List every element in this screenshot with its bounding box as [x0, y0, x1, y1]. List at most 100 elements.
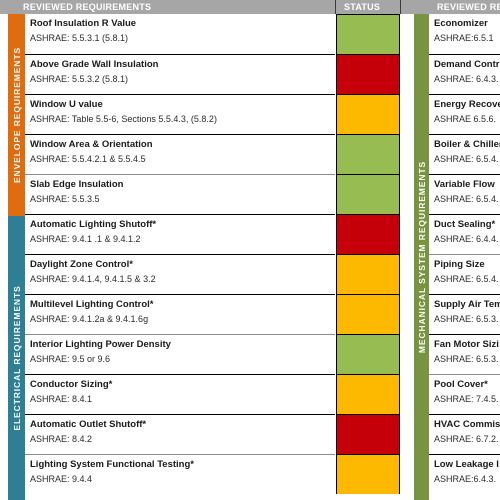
requirement-title: HVAC Commis	[434, 419, 500, 430]
table-row[interactable]: Roof Insulation R Value ASHRAE: 5.5.3.1 (…	[25, 14, 335, 54]
requirement-title: Window U value	[30, 99, 103, 110]
requirement-title: Automatic Outlet Shutoff*	[30, 419, 147, 430]
table-row[interactable]: Energy Recove ASHRAE 6.5.6.	[429, 94, 500, 134]
table-row[interactable]: Low Leakage I ASHRAE:6.4.3.	[429, 454, 500, 494]
section-band-mechanical-label: MECHANICAL SYSTEM REQUIREMENTS	[416, 160, 427, 354]
requirement-reference: ASHRAE: 6.5.4.	[434, 194, 499, 204]
status-badge[interactable]	[336, 294, 400, 334]
requirement-title: Daylight Zone Control*	[30, 259, 133, 270]
table-row[interactable]: Pool Cover* ASHRAE: 7.4.5.	[429, 374, 500, 414]
header-divider-status-left	[335, 0, 336, 14]
requirement-reference: ASHRAE: 6.5.4.	[434, 274, 499, 284]
header-divider-status-right	[400, 0, 401, 14]
requirement-title: Economizer	[434, 18, 488, 29]
requirement-reference: ASHRAE 6.5.6.	[434, 114, 497, 124]
table-row[interactable]: Piping Size ASHRAE: 6.5.4.	[429, 254, 500, 294]
requirement-reference: ASHRAE: 6.5.3.	[434, 314, 499, 324]
requirement-reference: ASHRAE: 9.4.1.2a & 9.4.1.6g	[30, 314, 149, 324]
table-row[interactable]: Above Grade Wall Insulation ASHRAE: 5.5.…	[25, 54, 335, 94]
status-badge[interactable]	[336, 14, 400, 54]
status-badge[interactable]	[336, 174, 400, 214]
requirement-reference: ASHRAE: 6.4.4.	[434, 234, 499, 244]
table-row[interactable]: Demand Contr ASHRAE: 6.4.3.	[429, 54, 500, 94]
section-band-electrical: ELECTRICAL REQUIREMENTS	[8, 216, 25, 500]
requirement-title: Energy Recove	[434, 99, 500, 110]
requirement-title: Demand Contr	[434, 59, 500, 70]
requirement-title: Supply Air Tem	[434, 299, 500, 310]
table-row[interactable]: Supply Air Tem ASHRAE: 6.5.3.	[429, 294, 500, 334]
status-badge[interactable]	[336, 54, 400, 94]
table-row[interactable]: Lighting System Functional Testing* ASHRA…	[25, 454, 335, 494]
requirement-reference: ASHRAE:6.4.3.	[434, 474, 497, 484]
requirement-reference: ASHRAE: 6.7.2.	[434, 434, 499, 444]
requirement-title: Piping Size	[434, 259, 485, 270]
requirement-reference: ASHRAE: 9.5 or 9.6	[30, 354, 111, 364]
requirement-reference: ASHRAE: 5.5.3.1 (5.8.1)	[30, 33, 129, 43]
requirement-title: Above Grade Wall Insulation	[30, 59, 159, 70]
requirement-title: Multilevel Lighting Control*	[30, 299, 154, 310]
table-row[interactable]: Fan Motor Sizi ASHRAE: 6.5.3.	[429, 334, 500, 374]
status-badge[interactable]	[336, 134, 400, 174]
requirement-title: Lighting System Functional Testing*	[30, 459, 194, 470]
table-row[interactable]: Daylight Zone Control* ASHRAE: 9.4.1.4, 9…	[25, 254, 335, 294]
requirement-title: Conductor Sizing*	[30, 379, 113, 390]
status-badge[interactable]	[336, 414, 400, 454]
header-reviewed-requirements-right: REVIEWED REQ	[437, 2, 500, 12]
requirement-title: Variable Flow	[434, 179, 495, 190]
center-gutter	[400, 14, 414, 500]
table-row[interactable]: Window U value ASHRAE: Table 5.5-6, Secti…	[25, 94, 335, 134]
requirement-title: Pool Cover*	[434, 379, 488, 390]
requirement-reference: ASHRAE: 9.4.1.4, 9.4.1.5 & 3.2	[30, 274, 156, 284]
requirement-reference: ASHRAE: 7.4.5.	[434, 394, 499, 404]
requirement-title: Low Leakage I	[434, 459, 499, 470]
status-badge[interactable]	[336, 94, 400, 134]
requirements-matrix: REVIEWED REQUIREMENTS STATUS REVIEWED RE…	[0, 0, 500, 500]
requirement-reference: ASHRAE: Table 5.5-6, Sections 5.5.4.3, (…	[30, 114, 217, 124]
table-row[interactable]: Economizer ASHRAE:6.5.1	[429, 14, 500, 54]
table-row[interactable]: Duct Sealing* ASHRAE: 6.4.4.	[429, 214, 500, 254]
table-row[interactable]: Boiler & Chiller ASHRAE: 6.5.4.	[429, 134, 500, 174]
table-row[interactable]: Automatic Outlet Shutoff* ASHRAE: 8.4.2	[25, 414, 335, 454]
requirement-reference: ASHRAE: 6.4.3.	[434, 74, 499, 84]
requirement-title: Window Area & Orientation	[30, 139, 153, 150]
table-row[interactable]: HVAC Commis ASHRAE: 6.7.2.	[429, 414, 500, 454]
requirement-reference: ASHRAE: 5.5.4.2.1 & 5.5.4.5	[30, 154, 146, 164]
requirement-reference: ASHRAE: 5.5.3.5	[30, 194, 100, 204]
status-badge[interactable]	[336, 254, 400, 294]
table-row[interactable]: Conductor Sizing* ASHRAE: 8.4.1	[25, 374, 335, 414]
requirement-reference: ASHRAE: 6.5.4.	[434, 154, 499, 164]
left-panel: ENVELOPE REQUIREMENTS ELECTRICAL REQUIRE…	[0, 14, 429, 500]
table-row[interactable]: Multilevel Lighting Control* ASHRAE: 9.4.…	[25, 294, 335, 334]
requirement-title: Roof Insulation R Value	[30, 18, 137, 29]
requirement-title: Fan Motor Sizi	[434, 339, 499, 350]
status-column	[336, 14, 400, 494]
requirement-reference: ASHRAE: 8.4.2	[30, 434, 93, 444]
header-reviewed-requirements-left: REVIEWED REQUIREMENTS	[23, 2, 152, 12]
left-requirements-list: Roof Insulation R Value ASHRAE: 5.5.3.1 (…	[25, 14, 335, 494]
status-badge[interactable]	[336, 214, 400, 254]
table-row[interactable]: Interior Lighting Power Density ASHRAE: 9…	[25, 334, 335, 374]
requirement-title: Slab Edge Insulation	[30, 179, 124, 190]
requirement-reference: ASHRAE:6.5.1	[434, 33, 494, 43]
requirement-reference: ASHRAE: 5.5.3.2 (5.8.1)	[30, 74, 129, 84]
status-badge[interactable]	[336, 374, 400, 414]
requirement-reference: ASHRAE: 6.5.3.	[434, 354, 499, 364]
table-row[interactable]: Slab Edge Insulation ASHRAE: 5.5.3.5	[25, 174, 335, 214]
status-badge[interactable]	[336, 454, 400, 494]
requirement-title: Automatic Lighting Shutoff*	[30, 219, 157, 230]
requirement-reference: ASHRAE: 9.4.4	[30, 474, 93, 484]
table-row[interactable]: Automatic Lighting Shutoff* ASHRAE: 9.4.1…	[25, 214, 335, 254]
section-band-envelope: ENVELOPE REQUIREMENTS	[8, 14, 25, 216]
table-row[interactable]: Window Area & Orientation ASHRAE: 5.5.4.2…	[25, 134, 335, 174]
requirement-reference: ASHRAE: 9.4.1 .1 & 9.4.1.2	[30, 234, 141, 244]
section-band-electrical-label: ELECTRICAL REQUIREMENTS	[11, 285, 22, 431]
requirement-title: Duct Sealing*	[434, 219, 496, 230]
requirement-reference: ASHRAE: 8.4.1	[30, 394, 93, 404]
right-requirements-list: Economizer ASHRAE:6.5.1 Demand Contr ASHRAE…	[429, 14, 500, 500]
section-band-envelope-label: ENVELOPE REQUIREMENTS	[11, 46, 22, 184]
table-row[interactable]: Variable Flow ASHRAE: 6.5.4.	[429, 174, 500, 214]
header-status: STATUS	[344, 2, 381, 12]
requirement-title: Interior Lighting Power Density	[30, 339, 171, 350]
status-badge[interactable]	[336, 334, 400, 374]
section-band-mechanical: MECHANICAL SYSTEM REQUIREMENTS	[414, 14, 429, 500]
